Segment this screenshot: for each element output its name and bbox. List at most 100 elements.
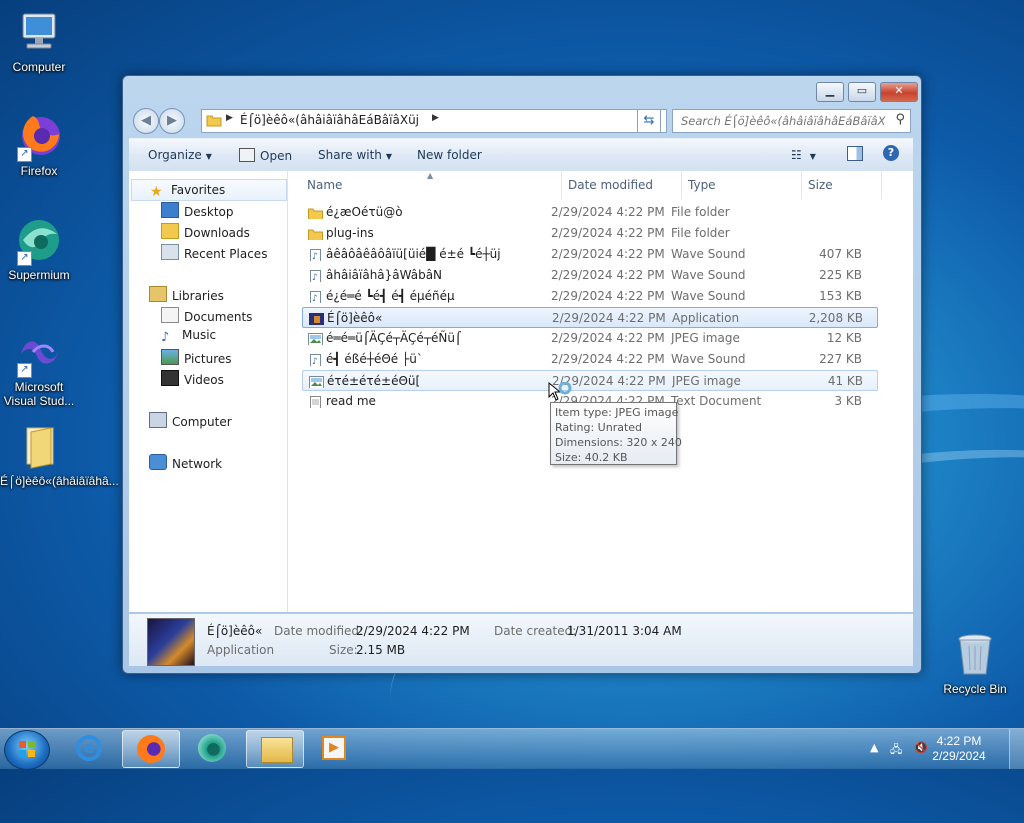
nav-computer[interactable]: Computer (149, 412, 232, 429)
file-size: 407 KB (819, 247, 862, 261)
column-label: Size (808, 178, 833, 192)
computer-icon (149, 412, 167, 428)
nav-music[interactable]: ♪ Music (161, 328, 216, 345)
file-date-modified: 2/29/2024 4:22 PM (551, 268, 665, 282)
nav-downloads[interactable]: Downloads (161, 223, 250, 240)
file-type: Wave Sound (671, 289, 746, 303)
search-icon[interactable]: ⚲ (895, 112, 905, 127)
clock-time: 4:22 PM (936, 734, 982, 748)
nav-label: Recent Places (184, 247, 268, 261)
address-bar[interactable]: ▶ É⌠ö]èêô«(âhâiâïâhâEáBâïâXüj ▶ ▼ (201, 109, 667, 133)
column-header-size[interactable]: Size (802, 171, 882, 199)
file-name: âêâôâêâôâïü[üié█ é±é ┗é┼üj (326, 247, 501, 261)
help-icon: ? (883, 145, 899, 161)
organize-button[interactable]: Organize ▼ (148, 148, 212, 162)
column-header-name[interactable]: Name ▲ (301, 171, 562, 199)
show-hidden-icons-button[interactable]: ▲ (870, 741, 878, 754)
desktop-icon-visual-studio[interactable]: ↗ Microsoft Visual Stud... (0, 328, 78, 408)
file-row[interactable]: é¿æOéτü@ò 2/29/2024 4:22 PM File folder (302, 202, 878, 223)
file-type: Wave Sound (671, 247, 746, 261)
maximize-button[interactable]: ▭ (848, 82, 876, 102)
supermium-icon (198, 734, 226, 762)
file-row[interactable]: é═é═ü⌠ÄÇé┬ÄÇé┬éÑü⌠ 2/29/2024 4:22 PM JPEG … (302, 328, 878, 349)
file-size: 153 KB (819, 289, 862, 303)
start-button[interactable] (4, 730, 50, 770)
breadcrumb-arrow-icon[interactable]: ▶ (432, 113, 439, 123)
nav-pictures[interactable]: Pictures (161, 349, 232, 366)
open-button[interactable]: Open (239, 148, 292, 163)
file-row[interactable]: ♪ é┫ éßé┼éΘé ├ü` 2/29/2024 4:22 PM Wave Sou… (302, 349, 878, 370)
nav-label: Network (172, 457, 223, 471)
nav-network[interactable]: Network (149, 454, 222, 471)
firefox-icon: ↗ (15, 112, 63, 162)
forward-button[interactable]: ▶ (159, 108, 185, 134)
taskbar-explorer[interactable] (246, 730, 304, 768)
back-button[interactable]: ◀ (133, 108, 159, 134)
column-header-date[interactable]: Date modified (562, 171, 682, 199)
file-name: éτé±éτé±éΘü[ (327, 374, 421, 388)
desktop-icon (161, 202, 179, 218)
column-label: Date modified (568, 178, 654, 192)
desktop-icon-firefox[interactable]: ↗ Firefox (0, 112, 78, 178)
new-folder-button[interactable]: New folder (417, 148, 482, 162)
desktop-icon-folder[interactable]: É⌠ö]èêô«(âhâiâïâhâ... (0, 422, 119, 488)
refresh-button[interactable]: ⇆ (637, 109, 661, 133)
documents-icon (161, 307, 179, 323)
nav-label: Computer (172, 415, 232, 429)
breadcrumb-arrow-icon[interactable]: ▶ (226, 113, 233, 123)
nav-videos[interactable]: Videos (161, 370, 224, 387)
clock[interactable]: 4:22 PM 2/29/2024 (924, 734, 994, 764)
file-row[interactable]: É⌠ö]èêô« 2/29/2024 4:22 PM Application 2,20… (302, 307, 878, 328)
explorer-icon (261, 737, 293, 763)
explorer-window[interactable]: ▁ ▭ ✕ ◀ ▶ ▶ É⌠ö]èêô«(âhâiâïâhâEáBâïâXüj … (122, 75, 922, 674)
search-input[interactable] (679, 110, 888, 132)
file-name: plug-ins (326, 226, 374, 240)
file-type: Text Document (671, 394, 762, 408)
folder-icon (308, 206, 323, 219)
search-box[interactable]: ⚲ (672, 109, 911, 133)
nav-libraries[interactable]: Libraries (149, 286, 224, 303)
minimize-button[interactable]: ▁ (816, 82, 844, 102)
desktop-icon-recycle-bin[interactable]: Recycle Bin (936, 630, 1014, 696)
view-options-button[interactable]: ☷ ▼ (791, 148, 816, 162)
recent-places-icon (161, 244, 179, 260)
help-button[interactable]: ? (883, 145, 899, 161)
nav-recent-places[interactable]: Recent Places (161, 244, 267, 261)
new-folder-label: New folder (417, 148, 482, 162)
nav-desktop[interactable]: Desktop (161, 202, 234, 219)
show-desktop-button[interactable] (1009, 729, 1024, 769)
file-row[interactable]: éτé±éτé±éΘü[2/29/2024 4:22 PM JPEG image 4… (302, 370, 878, 391)
folder-icon (308, 227, 323, 240)
computer-icon (15, 8, 63, 56)
nav-favorites[interactable]: ★ Favorites (131, 179, 287, 201)
nav-documents[interactable]: Documents (161, 307, 252, 324)
desktop-icon-label: Computer (12, 60, 66, 74)
file-row[interactable]: ♪ âhâiâïâhâ}âWâbâN 2/29/2024 4:22 PM Wave S… (302, 265, 878, 286)
network-tray-icon[interactable]: 🖧 (890, 741, 902, 760)
address-row: ◀ ▶ ▶ É⌠ö]èêô«(âhâiâïâhâEáBâïâXüj ▶ ▼ ⇆ … (131, 106, 913, 134)
details-modified-label: Date modified: (274, 624, 364, 638)
desktop-icon-label: É⌠ö]èêô«(âhâiâïâhâ... (0, 474, 119, 488)
desktop-icon-label: Supermium (8, 268, 70, 282)
file-row[interactable]: ♪ âêâôâêâôâïü[üié█ é±é ┗é┼üj 2/29/2024 4:2… (302, 244, 878, 265)
file-row[interactable]: plug-ins 2/29/2024 4:22 PM File folder (302, 223, 878, 244)
file-type: File folder (671, 226, 730, 240)
taskbar-internet-explorer[interactable]: e (62, 730, 118, 766)
command-bar: Organize ▼ Open Share with ▼ New folder ☷ ▼… (129, 138, 913, 172)
desktop-icon-label: Firefox (20, 164, 58, 178)
nav-label: Music (182, 328, 217, 342)
taskbar-media-player[interactable]: ▶ (306, 730, 362, 766)
taskbar-supermium[interactable] (184, 730, 240, 766)
taskbar-firefox[interactable] (122, 730, 180, 768)
file-row[interactable]: ♪ é¿é═é ┗é┫ é┫ éµéñéµ 2/29/2024 4:22 PM Wav… (302, 286, 878, 307)
desktop-icon-computer[interactable]: Computer (0, 8, 78, 74)
breadcrumb-segment[interactable]: É⌠ö]èêô«(âhâiâïâhâEáBâïâXüj (240, 113, 419, 127)
file-size: 3 KB (834, 394, 862, 408)
column-header-type[interactable]: Type (682, 171, 802, 199)
preview-pane-button[interactable] (847, 146, 863, 164)
share-with-button[interactable]: Share with ▼ (318, 148, 392, 162)
nav-label: Favorites (171, 183, 226, 197)
desktop-icon-supermium[interactable]: ↗ Supermium (0, 216, 78, 282)
audio-file-icon: ♪ (308, 353, 323, 366)
close-button[interactable]: ✕ (880, 82, 918, 102)
